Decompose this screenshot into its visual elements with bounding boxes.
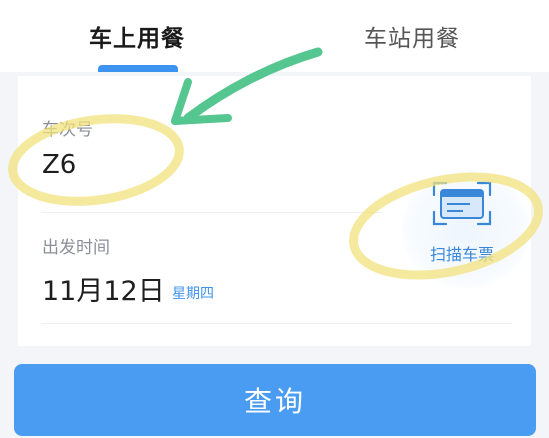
field-divider <box>42 212 382 213</box>
weekday-label: 星期四 <box>172 286 214 302</box>
departure-time-label: 出发时间 <box>42 238 110 258</box>
scan-ticket-label[interactable]: 扫描车票 <box>430 241 494 265</box>
departure-date-picker[interactable]: 11月12日 <box>42 269 165 308</box>
train-number-label: 车次号 <box>42 120 93 140</box>
tab-station-dining[interactable]: 车站用餐 <box>275 0 549 72</box>
active-tab-indicator <box>98 65 178 72</box>
field-divider <box>42 323 512 324</box>
scan-ticket-button[interactable] <box>402 170 530 288</box>
tab-bar: 车上用餐 车站用餐 <box>0 0 549 72</box>
query-button[interactable]: 查询 <box>14 364 536 436</box>
tab-onboard-dining[interactable]: 车上用餐 <box>0 0 274 72</box>
train-number-input[interactable]: Z6 <box>42 150 76 180</box>
